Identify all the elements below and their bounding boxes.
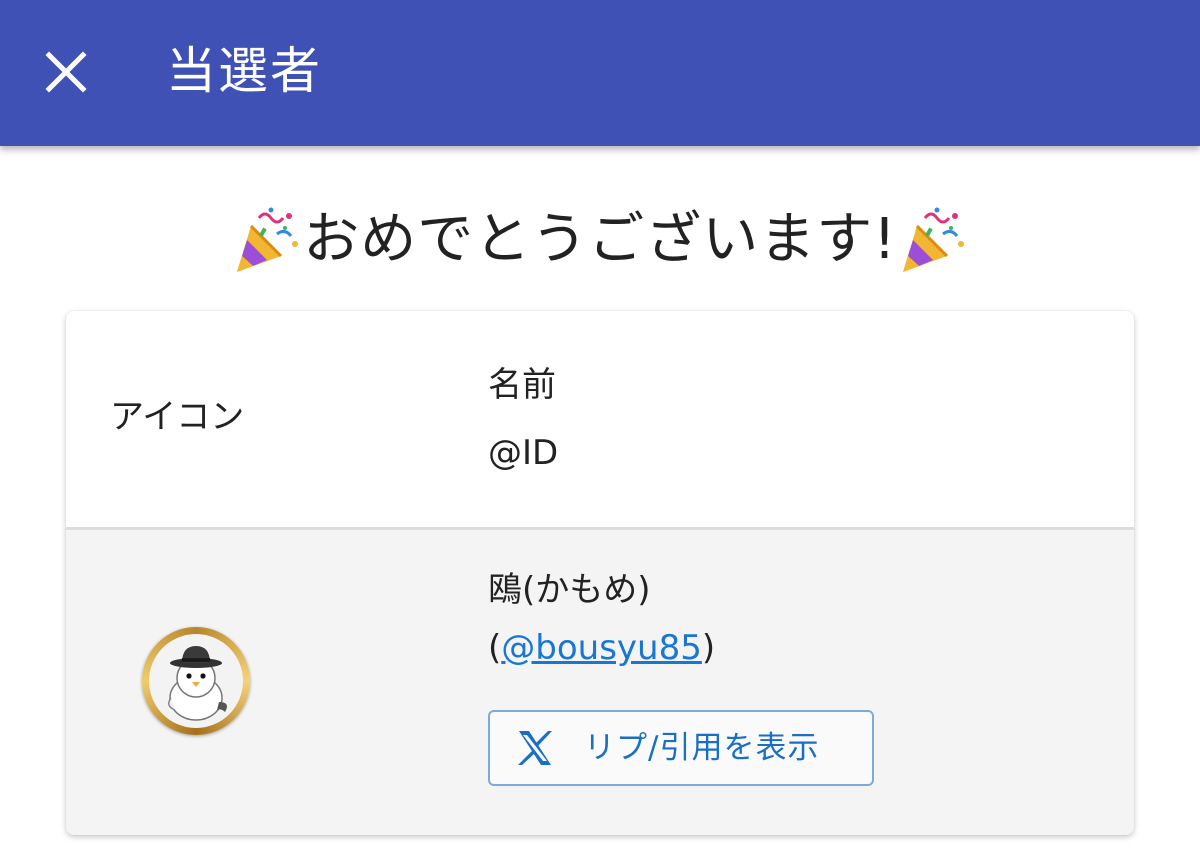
winner-handle: (@bousyu85) — [488, 624, 715, 672]
congratulations-heading: おめでとうございます! — [0, 200, 1200, 280]
avatar — [142, 627, 250, 735]
page-title: 当選者 — [166, 42, 322, 100]
x-logo-icon — [514, 727, 556, 769]
winner-handle-link[interactable]: @bousyu85 — [501, 628, 702, 668]
winner-name: 鴎(かもめ) — [488, 570, 651, 610]
congratulations-text: おめでとうございます! — [303, 207, 897, 272]
app-bar: 当選者 — [0, 0, 1200, 146]
table-row: 鴎(かもめ) (@bousyu85) リプ/引用を表示 — [66, 530, 1134, 835]
seagull-avatar-icon — [168, 646, 227, 721]
show-replies-quotes-label: リプ/引用を表示 — [584, 730, 820, 766]
close-icon — [45, 51, 87, 93]
party-popper-icon — [902, 207, 964, 272]
close-button[interactable] — [28, 42, 104, 102]
column-header-id: @ID — [488, 433, 559, 473]
winners-table: アイコン 名前 @ID 鴎(かもめ) (@bousyu85) リプ/引用を表示 — [66, 311, 1134, 835]
party-popper-icon — [237, 207, 299, 272]
table-header: アイコン 名前 @ID — [66, 311, 1134, 530]
handle-open-paren: ( — [488, 628, 502, 668]
column-header-icon: アイコン — [110, 397, 245, 437]
show-replies-quotes-button[interactable]: リプ/引用を表示 — [488, 710, 874, 786]
column-header-name: 名前 — [488, 365, 556, 405]
handle-close-paren: ) — [701, 628, 716, 668]
